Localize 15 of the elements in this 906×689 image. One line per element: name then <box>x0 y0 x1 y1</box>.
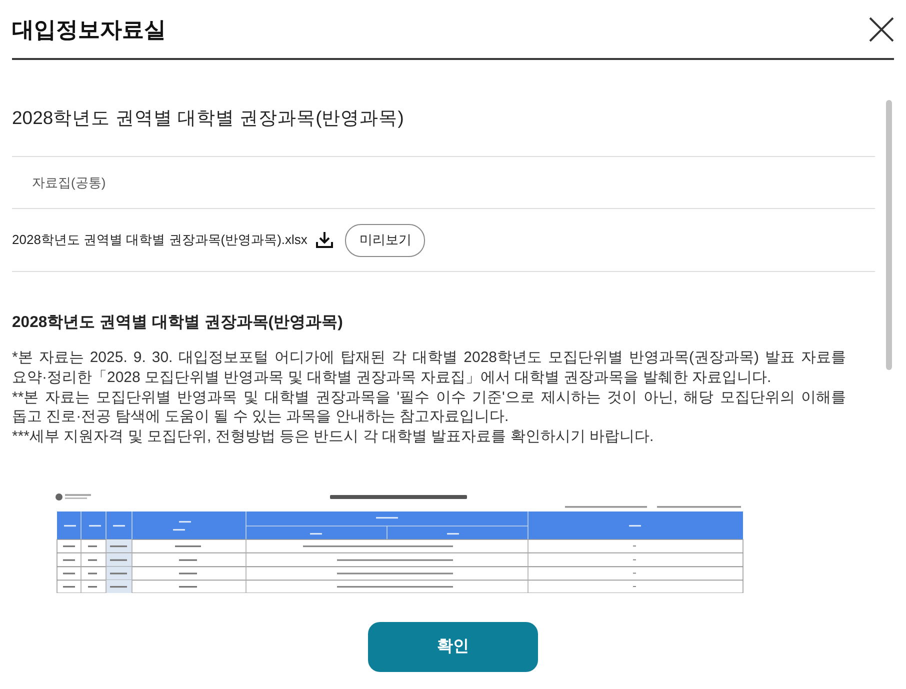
close-button[interactable] <box>868 16 894 42</box>
category-label: 자료집(공통) <box>32 174 106 192</box>
scrollbar-thumb[interactable] <box>886 100 892 370</box>
download-button[interactable] <box>315 231 334 249</box>
preview-button[interactable]: 미리보기 <box>345 224 426 256</box>
notice-paragraph: **본 자료는 모집단위별 반영과목 및 대학별 권장과목을 '필수 이수 기준'으로 제시하는 것이 아닌, 해당 모집단위의 이해를 돕고 진로·전공 탐색에 도움이 될 수 있는 과목을 안내하는 참고자료입니다. <box>12 388 846 428</box>
dialog-title: 대입정보자료실 <box>12 16 166 44</box>
download-icon <box>316 232 333 248</box>
notice-paragraph: ***세부 지원자격 및 모집단위, 전형방법 등은 반드시 각 대학별 발표자료를 확인하시기 바랍니다. <box>12 427 655 447</box>
section-title: 2028학년도 권역별 대학별 권장과목(반영과목) <box>12 106 405 130</box>
confirm-button[interactable]: 확인 <box>368 622 538 672</box>
description-heading: 2028학년도 권역별 대학별 권장과목(반영과목) <box>12 313 344 333</box>
file-name: 2028학년도 권역별 대학별 권장과목(반영과목).xlsx <box>12 231 308 250</box>
close-icon <box>868 16 894 42</box>
notice-paragraph: *본 자료는 2025. 9. 30. 대입정보포털 어디가에 탑재된 각 대학별 2028학년도 모집단위별 반영과목(권장과목) 발표 자료를 요약·정리한「2028 모집단위별 반영과목 및 대학별 권장과목 자료집」에서 대학별 권장과목을 발췌한 자료입니다. <box>12 348 846 388</box>
